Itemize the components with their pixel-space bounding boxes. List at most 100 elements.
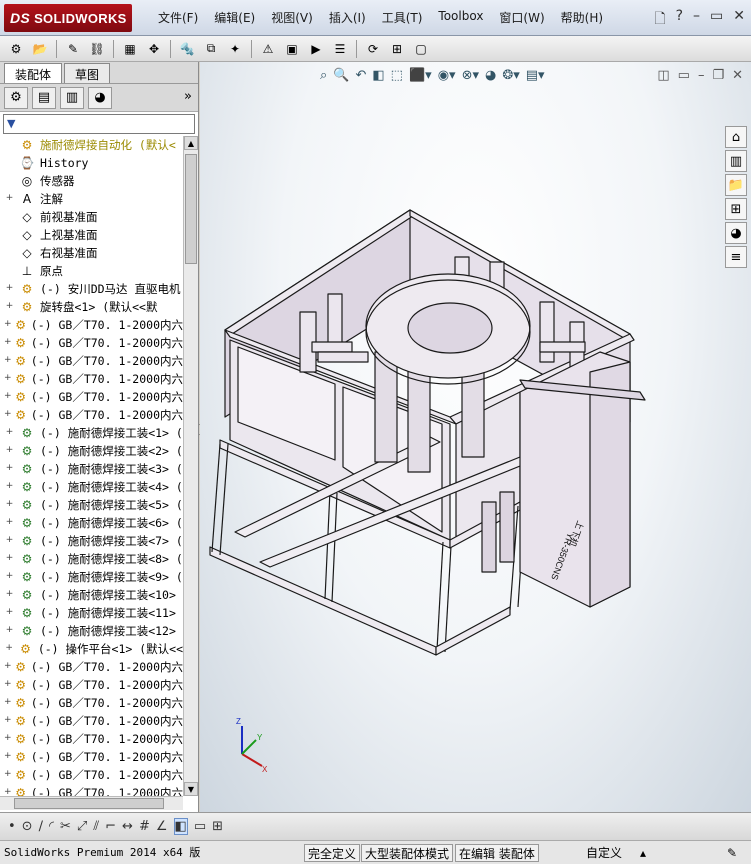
mate-icon[interactable]: ⛓ [87, 40, 107, 58]
expand-toggle-icon[interactable]: + [4, 517, 15, 529]
expand-toggle-icon[interactable]: + [4, 319, 12, 331]
menu-item[interactable]: 窗口(W) [491, 9, 552, 26]
tree-item[interactable]: + ⚙ (-) GB／T70. 1-2000内六 [0, 370, 183, 388]
tree-item[interactable]: ◇ 前视基准面 [0, 208, 183, 226]
extend-icon[interactable]: ⤢ [77, 819, 87, 834]
expand-toggle-icon[interactable]: + [4, 193, 15, 205]
rebuild-icon[interactable]: ⟳ [363, 40, 383, 58]
edit-component-icon[interactable]: ✎ [63, 40, 83, 58]
tree-item[interactable]: + ⚙ (-) GB／T70. 1-2000内六 [0, 388, 183, 406]
single-view-icon[interactable]: ▭ [194, 819, 206, 834]
menu-item[interactable]: 工具(T) [374, 9, 431, 26]
tree-item[interactable]: + ⚙ (-) GB／T70. 1-2000内六 [0, 730, 183, 748]
tree-item[interactable]: + ⚙ (-) GB／T70. 1-2000内六 [0, 712, 183, 730]
tree-item[interactable]: + ⚙ (-) 施耐德焊接工装<11> [0, 604, 183, 622]
reference-geometry-icon[interactable]: ✦ [225, 40, 245, 58]
hscroll-thumb[interactable] [14, 798, 164, 809]
tree-item[interactable]: ◇ 上视基准面 [0, 226, 183, 244]
expand-toggle-icon[interactable]: + [4, 553, 15, 565]
options-icon[interactable]: ⊞ [387, 40, 407, 58]
assembly-tool-icon[interactable]: ⚙ [6, 40, 26, 58]
restore-icon[interactable]: ▭ [710, 8, 723, 32]
expand-toggle-icon[interactable]: + [4, 661, 12, 673]
tree-item[interactable]: + ⚙ (-) 施耐德焊接工装<10> [0, 586, 183, 604]
tree-item[interactable]: + ⚙ (-) 施耐德焊接工装<7> ( [0, 532, 183, 550]
tree-item[interactable]: + ⚙ (-) GB／T70. 1-2000内六 [0, 658, 183, 676]
expand-toggle-icon[interactable]: + [4, 301, 15, 313]
tree-item[interactable]: ◇ 右视基准面 [0, 244, 183, 262]
expand-toggle-icon[interactable]: + [4, 283, 15, 295]
tree-item[interactable]: + ⚙ (-) 施耐德焊接工装<12> [0, 622, 183, 640]
tree-item[interactable]: ⌚ History [0, 154, 183, 172]
bill-of-materials-icon[interactable]: ☰ [330, 40, 350, 58]
menu-item[interactable]: 文件(F) [150, 9, 206, 26]
tree-item[interactable]: + ⚙ (-) 施耐德焊接工装<2> ( [0, 442, 183, 460]
tree-item[interactable]: + ⚙ (-) 施耐德焊接工装<9> ( [0, 568, 183, 586]
expand-toggle-icon[interactable]: + [4, 463, 15, 475]
corner-icon[interactable]: ⌐ [105, 819, 116, 834]
expand-toggle-icon[interactable]: + [4, 427, 15, 439]
tree-item[interactable]: + ⚙ 旋转盘<1> (默认<<默 [0, 298, 183, 316]
tree-item[interactable]: + ⚙ (-) 施耐德焊接工装<8> ( [0, 550, 183, 568]
menu-item[interactable]: 帮助(H) [553, 9, 611, 26]
expand-toggle-icon[interactable]: + [4, 409, 12, 421]
menu-item[interactable]: 编辑(E) [206, 9, 263, 26]
offset-icon[interactable]: ⫽ [93, 819, 99, 834]
property-manager-icon[interactable]: ▤ [32, 86, 56, 109]
point-icon[interactable]: • [8, 819, 16, 834]
circle-icon[interactable]: ⊙ [22, 819, 33, 834]
dimension-icon[interactable]: ↔ [122, 819, 133, 834]
expand-toggle-icon[interactable] [4, 248, 15, 259]
expand-toggle-icon[interactable]: + [4, 607, 15, 619]
expand-toggle-icon[interactable]: + [4, 571, 15, 583]
expand-toggle-icon[interactable]: + [4, 391, 12, 403]
scroll-thumb[interactable] [185, 154, 197, 264]
expand-toggle-icon[interactable]: + [4, 535, 15, 547]
more-tabs-icon[interactable]: » [184, 89, 192, 104]
tab-sketch[interactable]: 草图 [64, 63, 111, 83]
expand-toggle-icon[interactable]: + [4, 715, 12, 727]
expand-toggle-icon[interactable]: + [4, 499, 15, 511]
angle-icon[interactable]: ∠ [156, 819, 168, 834]
close-icon[interactable]: ✕ [733, 8, 745, 32]
tree-item[interactable]: + ⚙ (-) GB／T70. 1-2000内六 [0, 766, 183, 784]
menu-item[interactable]: 视图(V) [263, 9, 321, 26]
assembly-model[interactable]: YR-350CNS 上下机 Z X Y [200, 62, 751, 812]
line-icon[interactable]: ∕ [39, 819, 43, 834]
expand-toggle-icon[interactable]: + [4, 337, 12, 349]
expand-toggle-icon[interactable] [4, 176, 15, 187]
tree-item[interactable]: + A 注解 [0, 190, 183, 208]
tree-item[interactable]: + ⚙ (-) 施耐德焊接工装<1> ( [0, 424, 183, 442]
tree-horizontal-scrollbar[interactable] [0, 796, 183, 810]
scroll-down-icon[interactable]: ▼ [184, 782, 198, 796]
move-component-icon[interactable]: ✥ [144, 40, 164, 58]
configuration-manager-icon[interactable]: ▥ [60, 86, 84, 109]
tree-vertical-scrollbar[interactable]: ▲ ▼ [183, 136, 198, 796]
tree-filter[interactable]: ▼ [3, 114, 195, 134]
tree-item[interactable]: + ⚙ (-) 施耐德焊接工装<5> ( [0, 496, 183, 514]
graphics-area[interactable]: ⌕ 🔍 ↶ ◧ ⬚ ⬛▾ ◉▾ ⊗▾ ◕ ❂▾ ▤▾ ◫ ▭ – ❐ ✕ ⌂ ▥… [200, 62, 751, 812]
display-manager-icon[interactable]: ◕ [88, 86, 112, 109]
shaded-view-icon[interactable]: ◧ [173, 818, 188, 835]
tree-item[interactable]: + ⚙ (-) GB／T70. 1-2000内六 [0, 352, 183, 370]
new-document-icon[interactable]: 🗋 [654, 8, 665, 32]
expand-toggle-icon[interactable] [4, 212, 15, 223]
minimize-icon[interactable]: – [693, 8, 700, 32]
help-icon[interactable]: ? [676, 8, 683, 32]
tree-item[interactable]: + ⚙ (-) 施耐德焊接工装<4> ( [0, 478, 183, 496]
insert-component-icon[interactable]: 📂 [30, 40, 50, 58]
pattern-icon[interactable]: ▦ [120, 40, 140, 58]
scroll-up-icon[interactable]: ▲ [184, 136, 198, 150]
interference-icon[interactable]: ⚠ [258, 40, 278, 58]
assembly-features-icon[interactable]: ▣ [282, 40, 302, 58]
tree-item[interactable]: + ⚙ (-) GB／T70. 1-2000内六 [0, 406, 183, 424]
expand-toggle-icon[interactable] [4, 140, 15, 151]
window-icon[interactable]: ▢ [411, 40, 431, 58]
tree-item[interactable]: ◎ 传感器 [0, 172, 183, 190]
expand-toggle-icon[interactable]: + [4, 679, 12, 691]
expand-toggle-icon[interactable]: + [4, 589, 15, 601]
expand-toggle-icon[interactable]: + [4, 769, 12, 781]
tree-item[interactable]: ⚙ 施耐德焊接自动化 (默认< [0, 136, 183, 154]
arc-icon[interactable]: ◜ [49, 819, 54, 834]
grid-icon[interactable]: # [139, 819, 150, 834]
